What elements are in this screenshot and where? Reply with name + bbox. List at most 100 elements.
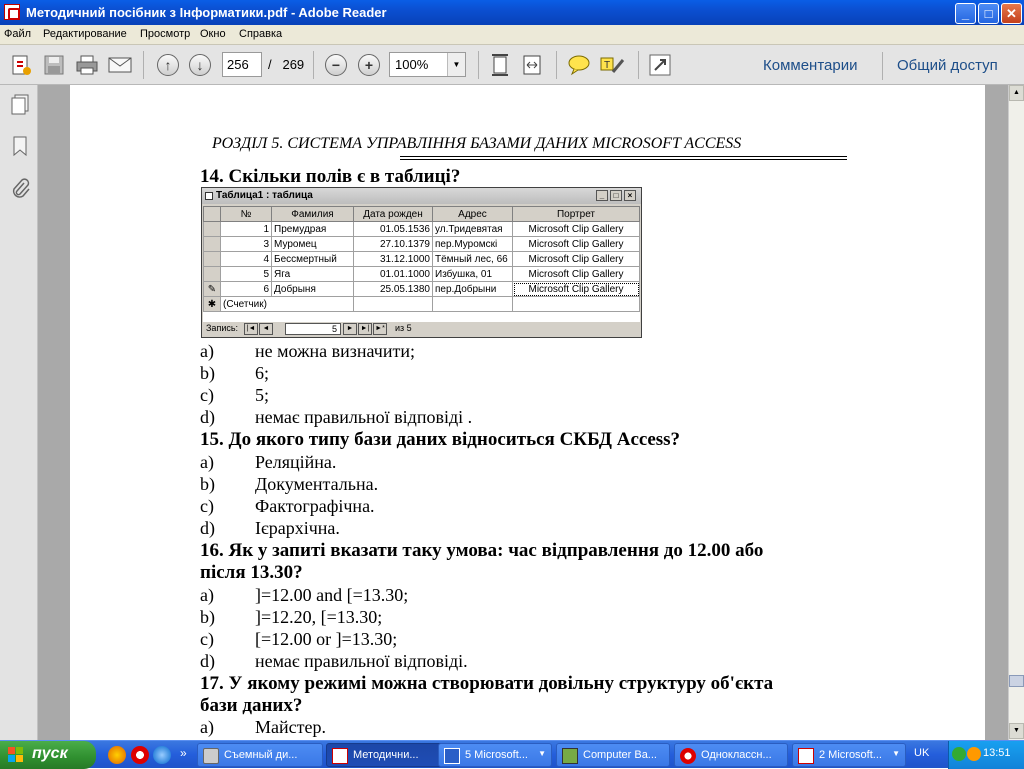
new-record-icon: ✱ (203, 296, 221, 312)
column-header: Портрет (512, 206, 640, 222)
toolbar: ↑ ↓ − + T (0, 45, 1024, 85)
pages-icon[interactable] (9, 93, 31, 118)
scroll-up-icon[interactable]: ▲ (1009, 85, 1024, 101)
attachment-icon[interactable] (10, 177, 30, 202)
language-indicator[interactable]: UK (914, 747, 929, 759)
firefox-icon[interactable] (108, 746, 126, 764)
next-page-button[interactable]: ↓ (186, 51, 214, 79)
email-icon[interactable] (106, 51, 134, 79)
print-icon[interactable] (73, 51, 101, 79)
create-pdf-icon[interactable] (7, 51, 35, 79)
tray-app-icon[interactable] (967, 747, 981, 761)
window-titlebar: Методичний посібник з Інформатики.pdf - … (0, 0, 1024, 25)
table-blank-row (203, 311, 640, 322)
cell-birthdate: 01.01.1000 (353, 266, 433, 282)
table-maximize-icon: □ (610, 190, 622, 201)
cell-address: Избушка, 01 (432, 266, 513, 282)
access-table-window: Таблица1 : таблица _ □ × № Фамилия Дата … (201, 187, 642, 338)
cell-birthdate: 27.10.1379 (353, 236, 433, 252)
group-arrow-icon: ▼ (892, 749, 900, 758)
table-caption-bar: Таблица1 : таблица _ □ × (202, 188, 641, 204)
fit-width-icon[interactable] (518, 51, 546, 79)
menu-file[interactable]: Файл (4, 28, 31, 40)
row-selector (203, 221, 221, 237)
close-button[interactable]: ✕ (1001, 3, 1022, 24)
zoom-out-button[interactable]: − (322, 51, 350, 79)
highlight-icon[interactable]: T (598, 51, 626, 79)
record-label: Запись: (206, 323, 239, 333)
maximize-button[interactable]: □ (978, 3, 999, 24)
archive-icon (562, 748, 578, 764)
vertical-scrollbar[interactable]: ▲ ▼ (1008, 85, 1024, 740)
bookmarks-icon[interactable] (10, 135, 30, 160)
clock[interactable]: 13:51 (983, 747, 1011, 759)
menu-window[interactable]: Окно (200, 28, 226, 40)
header-rule (400, 159, 847, 160)
column-header: № (220, 206, 272, 222)
internet-explorer-icon[interactable] (153, 746, 171, 764)
taskbar-item-odnoklassniki[interactable]: Одноклассн... (674, 743, 788, 767)
system-tray: 13:51 (948, 741, 1024, 769)
taskbar-item-computer[interactable]: Computer Ba... (556, 743, 670, 767)
record-count: из 5 (395, 323, 412, 333)
taskbar-item-microsoft[interactable]: 2 Microsoft... ▼ (792, 743, 906, 767)
row-selector-edit-icon: ✎ (203, 281, 221, 297)
cell-portrait: Microsoft Clip Gallery (512, 266, 640, 282)
column-header: Дата рожден (353, 206, 433, 222)
zoom-in-button[interactable]: + (355, 51, 383, 79)
table-caption: Таблица1 : таблица (216, 190, 313, 201)
toolbar-separator (478, 51, 479, 79)
toolbar-separator (313, 51, 314, 79)
cell-birthdate: 31.12.1000 (353, 251, 433, 267)
cell-number: 3 (220, 236, 272, 252)
minimize-button[interactable]: _ (955, 3, 976, 24)
cell-birthdate: 25.05.1380 (353, 281, 433, 297)
quicklaunch-chevron-icon[interactable]: » (180, 746, 187, 760)
scroll-down-icon[interactable]: ▼ (1009, 723, 1024, 739)
svg-text:T: T (604, 60, 610, 71)
window-title: Методичний посібник з Інформатики.pdf - … (26, 5, 387, 20)
page-total: / 269 (268, 57, 305, 72)
cell-number: 6 (220, 281, 272, 297)
taskbar-item-pdf[interactable]: Методични... (326, 743, 452, 767)
table-new-row: ✱ (Счетчик) (203, 296, 640, 312)
opera-icon[interactable] (131, 746, 149, 764)
save-icon[interactable] (40, 51, 68, 79)
previous-page-button[interactable]: ↑ (154, 51, 182, 79)
cell-address: ул.Тридевятая (432, 221, 513, 237)
comment-icon[interactable] (565, 51, 593, 79)
prev-record-icon: ◄ (259, 323, 273, 335)
start-button[interactable]: пуск (0, 741, 96, 769)
fullscreen-icon[interactable] (646, 51, 674, 79)
page-number-input[interactable]: 256 (222, 52, 262, 77)
last-record-icon: ►| (358, 323, 372, 335)
cell-surname: Муромец (271, 236, 354, 252)
group-arrow-icon: ▼ (538, 749, 546, 758)
zoom-select[interactable]: 100% ▼ (389, 52, 466, 77)
plus-icon: + (358, 54, 380, 76)
share-link[interactable]: Общий доступ (897, 57, 998, 74)
cell-empty (353, 296, 433, 312)
table-icon (205, 192, 213, 200)
tray-app-icon[interactable] (952, 747, 966, 761)
navigation-panel (0, 85, 38, 740)
fit-page-icon[interactable] (486, 51, 514, 79)
taskbar: пуск » Съемный ди... Методични... 5 Micr… (0, 740, 1024, 769)
cell-address: Тёмный лес, 66 (432, 251, 513, 267)
menu-edit[interactable]: Редактирование (43, 28, 127, 40)
table-row: 5 Яга 01.01.1000 Избушка, 01 Microsoft C… (203, 266, 640, 282)
minus-icon: − (325, 54, 347, 76)
question-14: 14. Скільки полів є в таблиці? (200, 166, 461, 187)
menu-help[interactable]: Справка (239, 28, 282, 40)
comments-link[interactable]: Комментарии (763, 57, 857, 74)
taskbar-item-word[interactable]: 5 Microsoft... ▼ (438, 743, 552, 767)
scroll-thumb[interactable] (1009, 675, 1024, 687)
pdf-icon (798, 748, 814, 764)
menu-view[interactable]: Просмотр (140, 28, 190, 40)
arrow-down-icon: ↓ (189, 54, 211, 76)
dropdown-arrow-icon[interactable]: ▼ (447, 53, 465, 76)
taskbar-item-removable-disk[interactable]: Съемный ди... (197, 743, 323, 767)
cell-number: 4 (220, 251, 272, 267)
table-row: ✎ 6 Добрыня 25.05.1380 пер.Добрыни Micro… (203, 281, 640, 297)
menu-bar: Файл Редактирование Просмотр Окно Справк… (0, 25, 1024, 45)
